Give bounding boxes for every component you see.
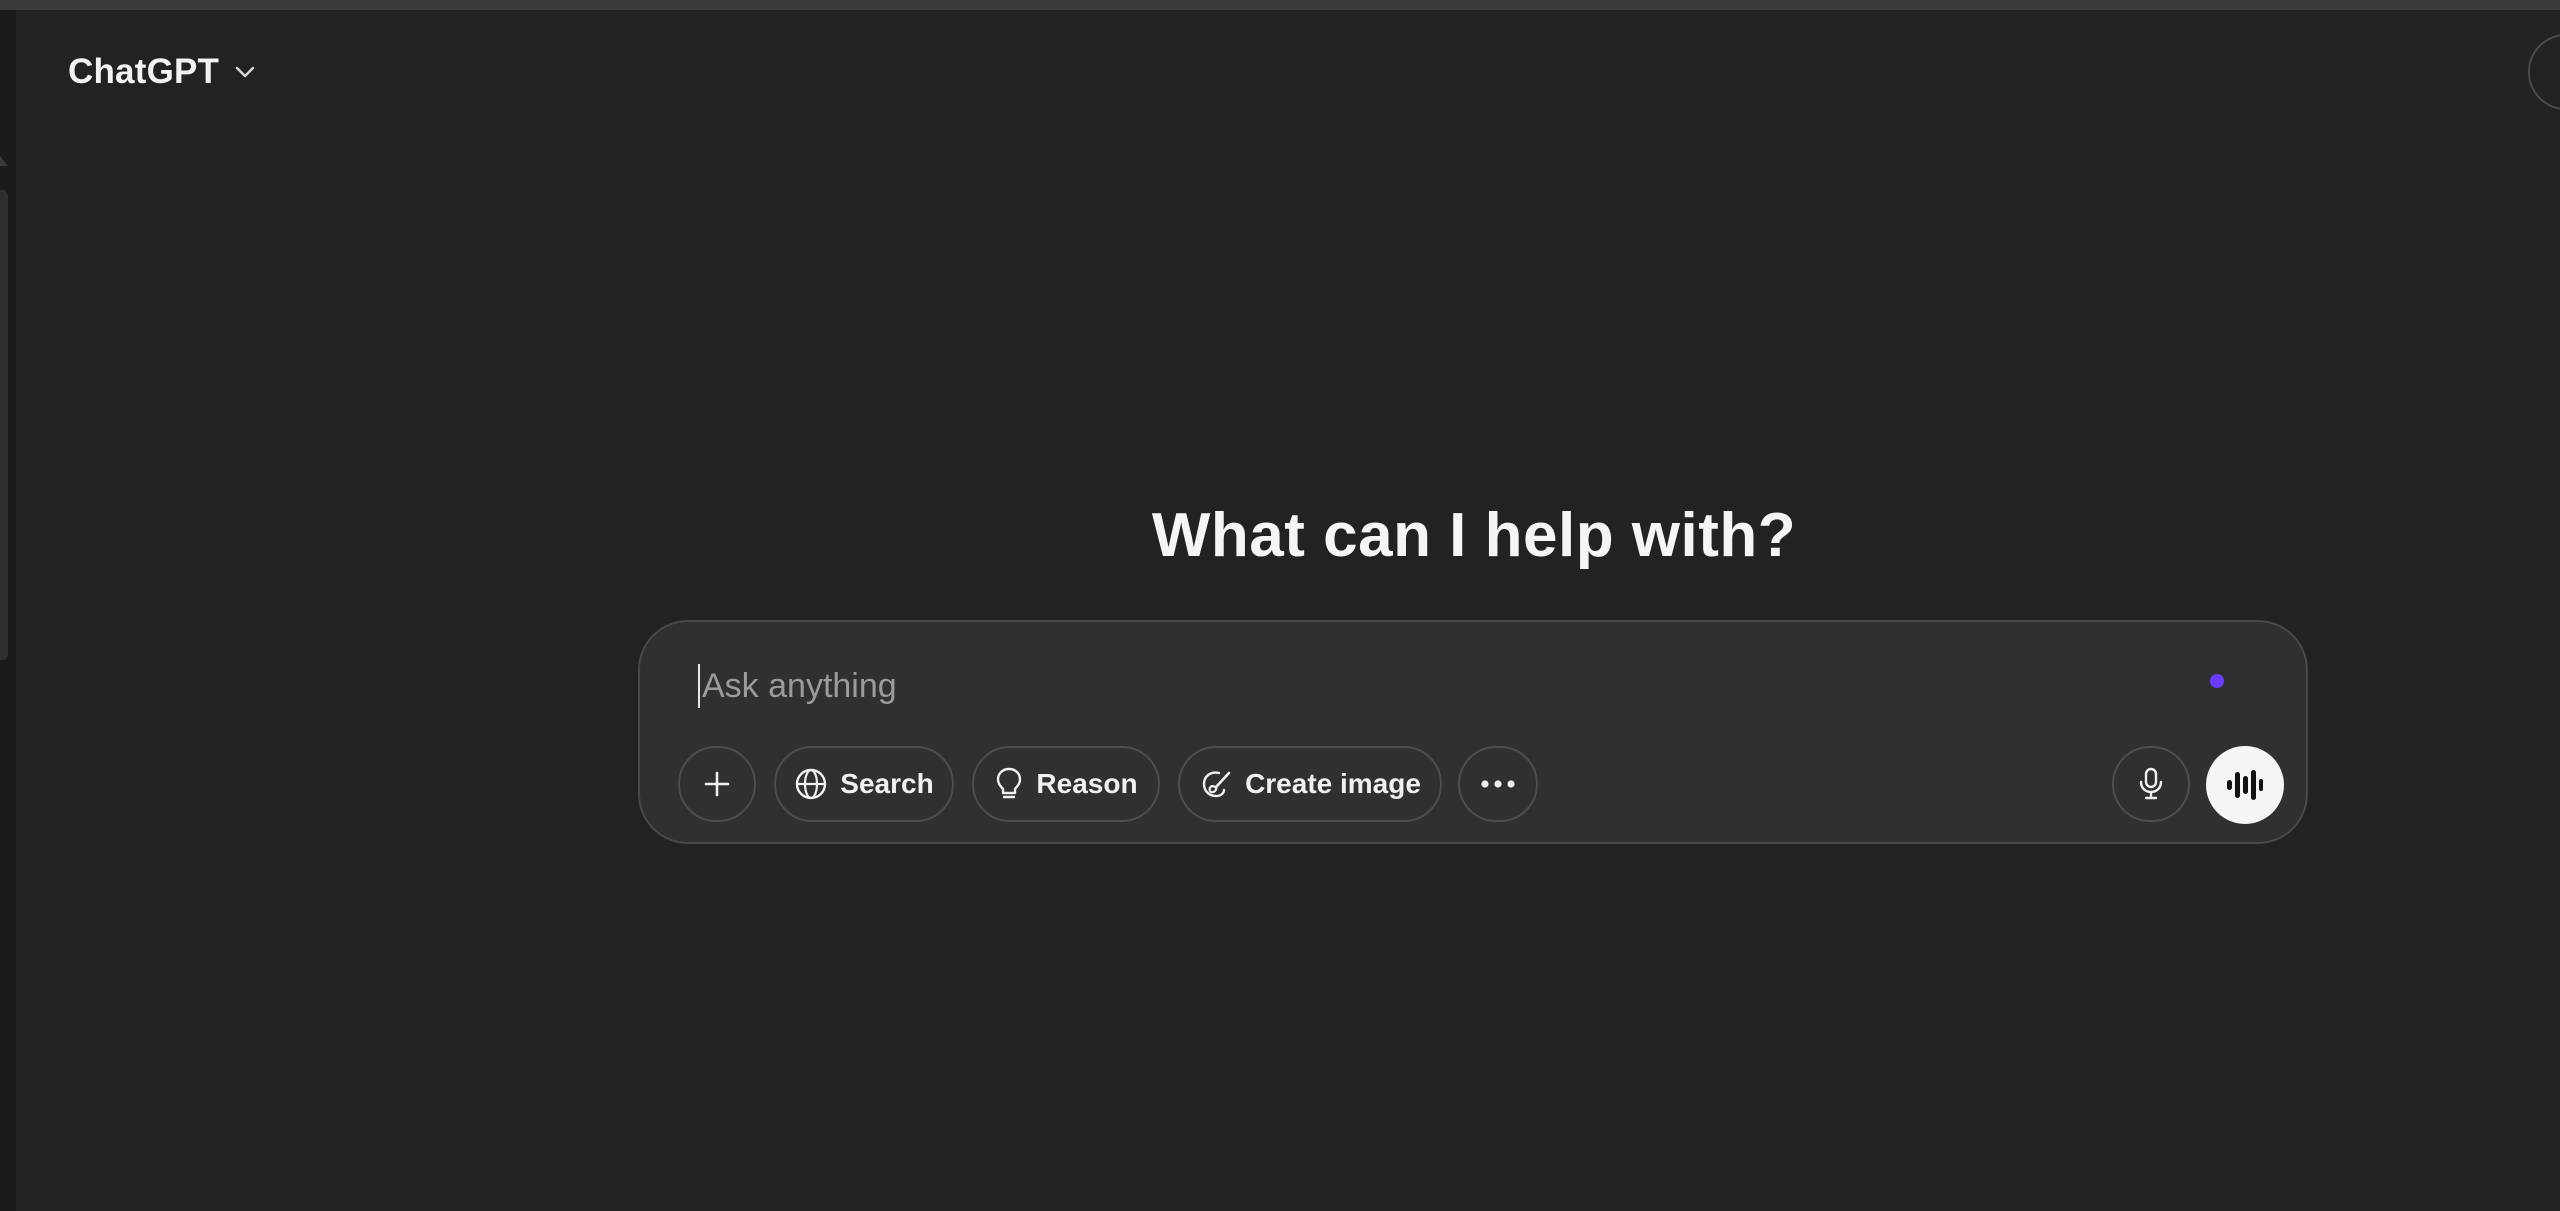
model-name: ChatGPT <box>68 52 220 91</box>
reason-button-label: Reason <box>1036 768 1138 799</box>
prompt-input[interactable]: Ask anything <box>698 660 2148 712</box>
paintbrush-icon <box>1202 771 1231 798</box>
lightbulb-icon <box>997 767 1022 799</box>
plus-icon <box>704 771 730 797</box>
composer: Ask anything Search Reason Create image <box>638 620 2308 844</box>
search-button[interactable]: Search <box>774 746 954 822</box>
model-selector[interactable]: ChatGPT <box>68 52 257 92</box>
text-caret <box>698 664 700 708</box>
profile-avatar[interactable] <box>2528 34 2560 110</box>
left-rail-notch <box>0 156 8 166</box>
create-image-button[interactable]: Create image <box>1178 746 1442 822</box>
microphone-icon <box>2139 767 2163 800</box>
attach-button[interactable] <box>678 746 756 822</box>
more-tools-button[interactable] <box>1458 746 1538 822</box>
reason-button[interactable]: Reason <box>972 746 1160 822</box>
status-dot <box>2210 674 2224 688</box>
voice-mode-button[interactable] <box>2206 746 2284 824</box>
window-top-strip <box>0 0 2560 10</box>
create-image-button-label: Create image <box>1245 768 1421 799</box>
voice-waveform-icon <box>2227 770 2263 800</box>
dictate-button[interactable] <box>2112 746 2190 822</box>
sidebar-handle[interactable] <box>0 190 8 660</box>
left-rail <box>0 10 16 1211</box>
globe-icon <box>796 768 827 800</box>
prompt-placeholder: Ask anything <box>702 666 897 705</box>
search-button-label: Search <box>840 768 934 799</box>
more-dots-icon <box>1481 780 1515 788</box>
chevron-down-icon <box>235 66 255 78</box>
page-title: What can I help with? <box>1151 501 1797 570</box>
